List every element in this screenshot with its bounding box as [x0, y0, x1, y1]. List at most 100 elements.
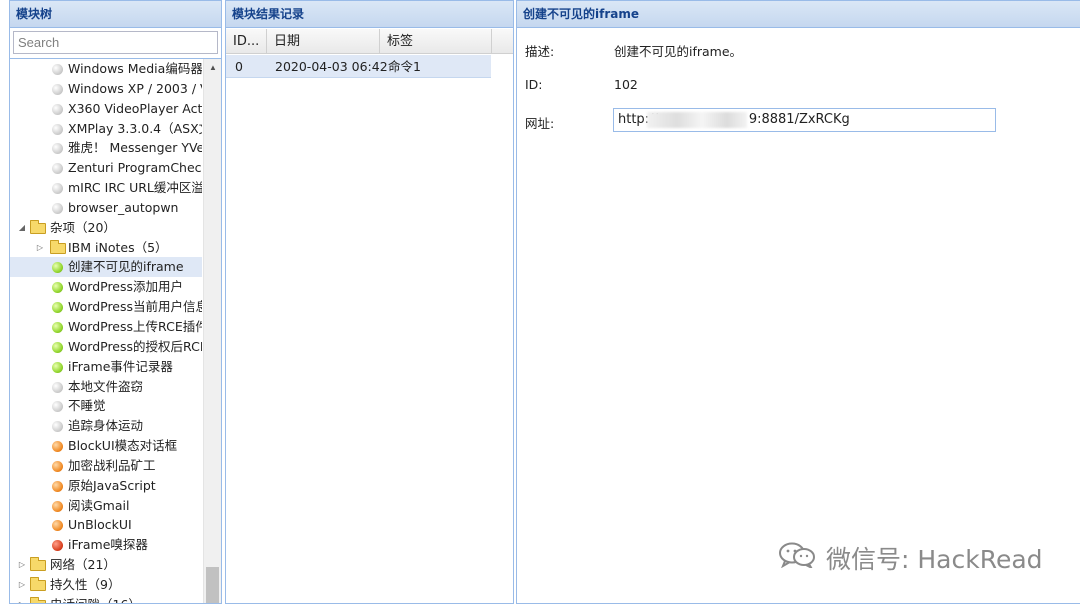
folder-icon: [30, 576, 46, 591]
tree-item[interactable]: browser_autopwn: [10, 198, 202, 218]
tree-item-label: Zenturi ProgramChecker: [68, 160, 202, 176]
tree-item[interactable]: 加密战利品矿工: [10, 456, 202, 476]
scroll-up-arrow-icon[interactable]: ▲: [204, 59, 221, 77]
gray-status-icon: [52, 143, 63, 155]
green-status-icon: [52, 321, 63, 333]
red-status-icon: [52, 540, 63, 552]
tree-item[interactable]: 阅读Gmail: [10, 496, 202, 516]
tree-item[interactable]: Zenturi ProgramChecker: [10, 158, 202, 178]
watermark-text: 微信号: HackRead: [826, 545, 1043, 574]
tree-item[interactable]: iFrame事件记录器: [10, 357, 202, 377]
tree-item-label: WordPress添加用户: [68, 279, 184, 295]
module-results-header: 模块结果记录: [226, 1, 513, 28]
id-value: 102: [614, 77, 638, 92]
tree-item-label: browser_autopwn: [68, 199, 179, 215]
tree-item[interactable]: WordPress上传RCE插件: [10, 317, 202, 337]
gray-status-icon: [52, 381, 63, 393]
module-tree: Windows Media编码器9 Windows XP / 2003 / Vis…: [10, 58, 221, 603]
gray-status-icon: [52, 401, 63, 413]
tree-scrollbar[interactable]: ▲: [203, 59, 221, 603]
module-tree-header: 模块树: [10, 1, 221, 28]
scroll-thumb[interactable]: [206, 567, 219, 603]
tree-item-label: 阅读Gmail: [68, 497, 130, 513]
tree-folder[interactable]: ◢ 杂项（20）: [10, 218, 202, 238]
folder-icon: [30, 219, 46, 234]
green-status-icon: [52, 361, 63, 373]
row-label: 命令1: [388, 59, 421, 74]
tree-item[interactable]: Windows Media编码器9: [10, 59, 202, 79]
tree-item-label: 原始JavaScript: [68, 477, 156, 493]
column-header-label[interactable]: 标签: [380, 29, 492, 54]
gray-status-icon: [52, 83, 63, 95]
tree-item-label: X360 VideoPlayer Active: [68, 100, 202, 116]
collapsed-arrow-icon[interactable]: ▷: [17, 555, 27, 575]
row-date: 2020-04-03 06:42: [275, 59, 388, 74]
tree-item[interactable]: WordPress当前用户信息: [10, 297, 202, 317]
tree-item[interactable]: mIRC IRC URL缓冲区溢: [10, 178, 202, 198]
tree-item-label: WordPress的授权后RCE: [68, 338, 202, 354]
column-header-id[interactable]: ID...: [226, 29, 267, 54]
url-field[interactable]: http://9:8881/ZxRCKg: [613, 108, 996, 132]
folder-icon: [30, 596, 46, 603]
tree-item-label: 雅虎！ Messenger YVerI: [68, 140, 202, 156]
module-results-panel: 模块结果记录 ID... 日期 标签 0 2020-04-03 06:42 命令…: [225, 0, 514, 604]
folder-icon: [30, 557, 46, 572]
tree-item[interactable]: WordPress添加用户: [10, 277, 202, 297]
tree-item-label: 创建不可见的iframe: [68, 259, 184, 275]
tree-item[interactable]: 追踪身体运动: [10, 416, 202, 436]
tree-item[interactable]: 原始JavaScript: [10, 476, 202, 496]
column-header-date[interactable]: 日期: [267, 29, 380, 54]
id-label: ID:: [525, 77, 543, 92]
gray-status-icon: [52, 64, 63, 75]
tree-item[interactable]: 本地文件盗窃: [10, 377, 202, 397]
tree-item-label: 本地文件盗窃: [68, 378, 144, 394]
tree-item[interactable]: WordPress的授权后RCE: [10, 337, 202, 357]
tree-item[interactable]: iFrame嗅探器: [10, 535, 202, 555]
tree-item-label: 不睡觉: [68, 398, 106, 414]
green-status-icon: [52, 302, 63, 314]
tree-item-label: WordPress当前用户信息: [68, 299, 202, 315]
tree-item[interactable]: 不睡觉: [10, 396, 202, 416]
tree-folder[interactable]: ▷ IBM iNotes（5）: [10, 238, 202, 258]
gray-status-icon: [52, 202, 63, 214]
collapsed-arrow-icon[interactable]: ▷: [35, 238, 45, 258]
table-row[interactable]: 0 2020-04-03 06:42 命令1: [226, 55, 491, 78]
tree-item-label: 杂项（20）: [50, 219, 116, 235]
tree-item[interactable]: BlockUI模态对话框: [10, 436, 202, 456]
green-status-icon: [52, 262, 63, 274]
tree-item[interactable]: X360 VideoPlayer Active: [10, 99, 202, 119]
tree-item-label: WordPress上传RCE插件: [68, 318, 202, 334]
description-value: 创建不可见的iframe。: [614, 44, 743, 59]
collapsed-arrow-icon[interactable]: ▷: [17, 575, 27, 595]
tree-item-label: iFrame嗅探器: [68, 537, 148, 553]
collapsed-arrow-icon[interactable]: ▷: [17, 595, 27, 603]
tree-folder[interactable]: ▷ 持久性（9）: [10, 575, 202, 595]
orange-status-icon: [52, 441, 63, 453]
description-label: 描述:: [525, 44, 555, 59]
expanded-arrow-icon[interactable]: ◢: [17, 218, 27, 238]
green-status-icon: [52, 282, 63, 294]
tree-item[interactable]: Windows XP / 2003 / Vis: [10, 79, 202, 99]
tree-item-label: XMPlay 3.3.0.4（ASX文: [68, 120, 202, 136]
tree-item[interactable]: UnBlockUI: [10, 515, 202, 535]
folder-icon: [50, 239, 66, 254]
tree-item-label: Windows Media编码器9: [68, 61, 202, 76]
tree-item-label: 网络（21）: [50, 557, 116, 573]
gray-status-icon: [52, 421, 63, 433]
search-input[interactable]: [13, 31, 218, 54]
gray-status-icon: [52, 183, 63, 195]
module-detail-header: 创建不可见的iframe: [517, 1, 1080, 28]
tree-item[interactable]: 创建不可见的iframe: [10, 257, 202, 278]
module-tree-panel: 模块树 Windows Media编码器9 Windows XP / 2003 /…: [9, 0, 222, 604]
tree-item[interactable]: XMPlay 3.3.0.4（ASX文: [10, 119, 202, 139]
results-grid-header: ID... 日期 标签: [226, 29, 513, 54]
gray-status-icon: [52, 123, 63, 135]
module-detail-panel: 创建不可见的iframe 描述: 创建不可见的iframe。 ID: 102 网…: [516, 0, 1080, 604]
orange-status-icon: [52, 520, 63, 532]
tree-folder[interactable]: ▷ 电话间隙（16）: [10, 595, 202, 603]
tree-folder[interactable]: ▷ 网络（21）: [10, 555, 202, 575]
tree-item-label: mIRC IRC URL缓冲区溢: [68, 180, 202, 196]
tree-item-label: 追踪身体运动: [68, 418, 144, 434]
tree-item-label: Windows XP / 2003 / Vis: [68, 80, 202, 96]
tree-item[interactable]: 雅虎！ Messenger YVerI: [10, 138, 202, 158]
